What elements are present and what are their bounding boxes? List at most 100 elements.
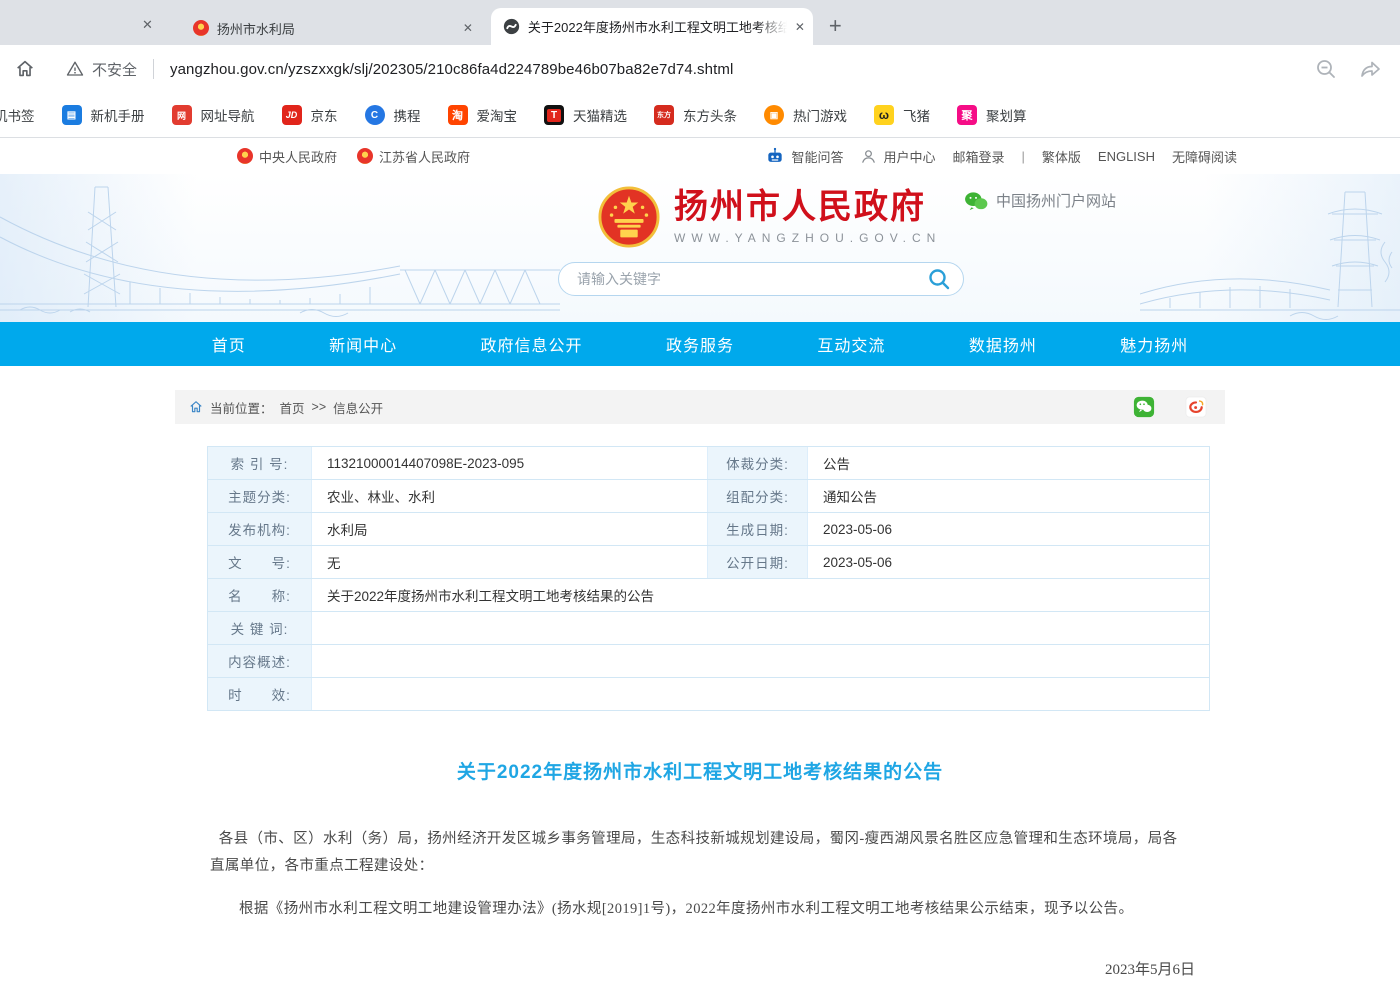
meta-value-summary — [312, 645, 1211, 677]
meta-label: 体裁分类: — [708, 447, 808, 479]
bookmark-item[interactable]: C 携程 — [365, 105, 421, 125]
bookmark-item[interactable]: ω 飞猪 — [874, 105, 930, 125]
main-navigation: 首页 新闻中心 政府信息公开 政务服务 互动交流 数据扬州 魅力扬州 — [0, 322, 1400, 366]
site-header-banner: 扬州市人民政府 WWW.YANGZHOU.GOV.CN 中国扬州门户网站 — [0, 174, 1400, 322]
meta-value-publisher: 水利局 — [312, 513, 708, 545]
not-secure-warning-icon — [66, 60, 84, 78]
close-icon[interactable]: ✕ — [463, 21, 473, 35]
portal-badge[interactable]: 中国扬州门户网站 — [964, 190, 1116, 211]
tab-bar: ✕ 扬州市水利局 ✕ 关于2022年度扬州市水利工程文明工地考核结果的公告 ✕ … — [0, 0, 1400, 45]
jiangsu-gov-link[interactable]: 江苏省人民政府 — [357, 147, 470, 166]
close-icon[interactable]: ✕ — [795, 20, 805, 34]
mailbox-login-link[interactable]: 邮箱登录 — [952, 147, 1004, 166]
meta-label: 内容概述: — [208, 645, 312, 677]
nav-item-services[interactable]: 政务服务 — [666, 332, 734, 356]
bookmarks-bar: 机书签 ▤ 新机手册 网 网址导航 JD 京东 C 携程 淘 爱淘宝 T 天猫精… — [0, 93, 1400, 138]
user-center-link[interactable]: 用户中心 — [860, 147, 935, 166]
nav-item-charm[interactable]: 魅力扬州 — [1120, 332, 1188, 356]
taobao-icon: 淘 — [448, 105, 468, 125]
accessibility-link[interactable]: 无障碍阅读 — [1172, 147, 1237, 166]
nav-item-gov-info[interactable]: 政府信息公开 — [481, 332, 583, 356]
share-icon[interactable] — [1358, 57, 1382, 81]
share-icons — [1133, 396, 1211, 418]
announcement-article: 关于2022年度扬州市水利工程文明工地考核结果的公告 各县（市、区）水利（务）局… — [175, 757, 1225, 997]
meta-value-created-date: 2023-05-06 — [808, 513, 1211, 545]
home-icon[interactable] — [14, 58, 36, 80]
juhuasuan-icon: 聚 — [957, 105, 977, 125]
document-meta-table: 索 引 号: 11321000014407098E-2023-095 体裁分类:… — [207, 446, 1210, 711]
meta-label: 时 效: — [208, 678, 312, 710]
meta-value-index-number: 11321000014407098E-2023-095 — [312, 447, 708, 479]
national-emblem — [598, 186, 660, 248]
manual-icon: ▤ — [62, 105, 82, 125]
breadcrumb-home-link[interactable]: 首页 — [280, 398, 305, 417]
bookmark-item[interactable]: ▤ 新机手册 — [62, 105, 145, 125]
bookmark-item[interactable]: T 天猫精选 — [544, 105, 627, 125]
meta-value-topic: 农业、林业、水利 — [312, 480, 708, 512]
search-input[interactable] — [559, 271, 927, 287]
close-icon[interactable]: ✕ — [142, 17, 153, 33]
meta-label: 公开日期: — [708, 546, 808, 578]
site-favicon — [503, 18, 520, 35]
tab-water-bureau[interactable]: 扬州市水利局 ✕ — [181, 11, 481, 45]
smart-qa-link[interactable]: 智能问答 — [765, 146, 843, 166]
bookmark-item[interactable]: ▣ 热门游戏 — [764, 105, 847, 125]
bookmark-item[interactable]: 聚 聚划算 — [957, 105, 1027, 125]
meta-label: 索 引 号: — [208, 447, 312, 479]
weibo-share-icon[interactable] — [1185, 396, 1207, 418]
nav-item-interaction[interactable]: 互动交流 — [817, 332, 885, 356]
divider — [153, 59, 154, 79]
breadcrumb-separator: >> — [312, 400, 327, 414]
national-emblem-icon — [237, 148, 253, 164]
meta-value-keywords — [312, 612, 1211, 644]
search-button[interactable] — [927, 267, 951, 291]
meta-label: 文 号: — [208, 546, 312, 578]
nav-item-data[interactable]: 数据扬州 — [969, 332, 1037, 356]
national-emblem-favicon — [193, 20, 209, 36]
central-gov-link[interactable]: 中央人民政府 — [237, 147, 337, 166]
article-title: 关于2022年度扬州市水利工程文明工地考核结果的公告 — [175, 757, 1225, 784]
wechat-share-icon[interactable] — [1133, 396, 1155, 418]
tab-current-announcement[interactable]: 关于2022年度扬州市水利工程文明工地考核结果的公告 ✕ — [491, 8, 813, 45]
article-paragraph: 各县（市、区）水利（务）局，扬州经济开发区城乡事务管理局，生态科技新城规划建设局… — [210, 826, 1190, 880]
divider: | — [1022, 149, 1025, 164]
table-row: 时 效: — [208, 678, 1209, 711]
traditional-chinese-link[interactable]: 繁体版 — [1042, 147, 1081, 166]
home-icon — [189, 400, 203, 414]
meta-label: 组配分类: — [708, 480, 808, 512]
bookmark-item[interactable]: JD 京东 — [282, 105, 338, 125]
jd-icon: JD — [282, 105, 302, 125]
fliggy-pig-icon: ω — [874, 105, 894, 125]
breadcrumb-current-link[interactable]: 信息公开 — [333, 398, 383, 417]
zoom-out-icon[interactable] — [1314, 57, 1338, 81]
breadcrumb-prefix: 当前位置： — [210, 398, 273, 417]
bookmark-item[interactable]: 网 网址导航 — [172, 105, 255, 125]
bookmark-item[interactable]: 淘 爱淘宝 — [448, 105, 518, 125]
meta-value-genre: 公告 — [808, 447, 1211, 479]
article-date: 2023年5月6日 — [175, 958, 1195, 979]
new-tab-button[interactable]: + — [829, 15, 842, 37]
browser-window: ✕ 扬州市水利局 ✕ 关于2022年度扬州市水利工程文明工地考核结果的公告 ✕ … — [0, 0, 1400, 138]
table-row: 发布机构: 水利局 生成日期: 2023-05-06 — [208, 513, 1209, 546]
address-toolbar: 不安全 yangzhou.gov.cn/yzszxxgk/slj/202305/… — [0, 45, 1400, 93]
pagoda-sketch-art — [1140, 182, 1400, 322]
gov-top-bar: 中央人民政府 江苏省人民政府 智能问答 用户中心 邮箱登录 | — [0, 138, 1400, 174]
search-icon — [927, 267, 951, 291]
bookmark-item[interactable]: 机书签 — [0, 105, 35, 125]
nav-item-home[interactable]: 首页 — [212, 332, 246, 356]
bookmark-item[interactable]: 东方 东方头条 — [654, 105, 737, 125]
omnibox[interactable]: 不安全 yangzhou.gov.cn/yzszxxgk/slj/202305/… — [66, 59, 733, 80]
url-text: yangzhou.gov.cn/yzszxxgk/slj/202305/210c… — [170, 61, 733, 78]
games-icon: ▣ — [764, 105, 784, 125]
tmall-icon: T — [544, 105, 564, 125]
english-link[interactable]: ENGLISH — [1098, 149, 1155, 164]
site-title: 扬州市人民政府 — [674, 189, 941, 226]
site-identity: 扬州市人民政府 WWW.YANGZHOU.GOV.CN — [598, 186, 941, 248]
nav-item-news[interactable]: 新闻中心 — [329, 332, 397, 356]
gov-links-left: 中央人民政府 江苏省人民政府 — [237, 147, 470, 166]
meta-value-category: 通知公告 — [808, 480, 1211, 512]
user-icon — [860, 148, 877, 165]
table-row: 文 号: 无 公开日期: 2023-05-06 — [208, 546, 1209, 579]
meta-label: 生成日期: — [708, 513, 808, 545]
tab-title: 扬州市水利局 — [217, 19, 455, 38]
